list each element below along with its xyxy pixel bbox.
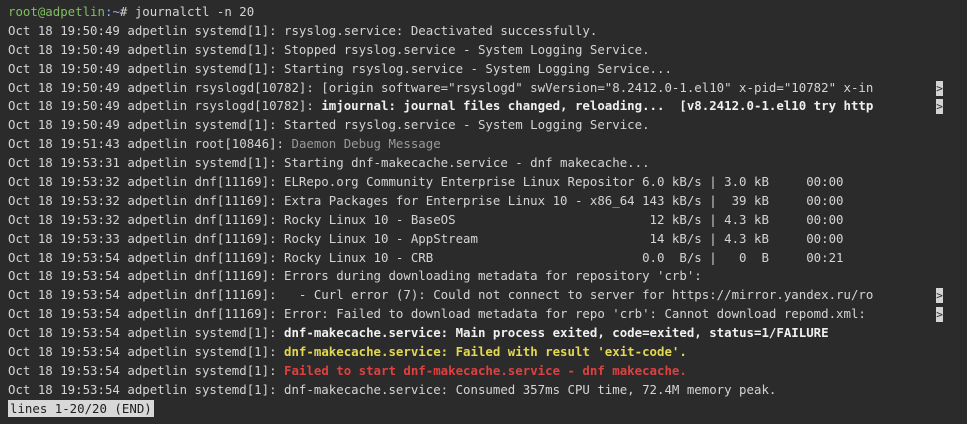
log-line: Oct 18 19:53:54 adpetlin systemd[1]: dnf… <box>8 343 967 362</box>
log-line: Oct 18 19:50:49 adpetlin systemd[1]: Sta… <box>8 116 967 135</box>
log-line: Oct 18 19:50:49 adpetlin rsyslogd[10782]… <box>8 79 967 98</box>
log-line: Oct 18 19:50:49 adpetlin systemd[1]: rsy… <box>8 22 967 41</box>
line-truncated-indicator: > <box>936 99 943 115</box>
log-text: Oct 18 19:50:49 adpetlin systemd[1]: Sta… <box>8 117 650 133</box>
journal-log: Oct 18 19:50:49 adpetlin systemd[1]: rsy… <box>8 22 967 400</box>
log-line: Oct 18 19:50:49 adpetlin systemd[1]: Sto… <box>8 41 967 60</box>
terminal-window[interactable]: root@adpetlin:~# journalctl -n 20 Oct 18… <box>0 0 967 424</box>
log-message-bold: imjournal: journal files changed, reload… <box>321 98 874 114</box>
log-text: Oct 18 19:50:49 adpetlin systemd[1]: rsy… <box>8 22 598 38</box>
log-text: Oct 18 19:53:32 adpetlin dnf[11169]: Ext… <box>8 192 844 208</box>
log-prefix: Oct 18 19:50:49 adpetlin rsyslogd[10782]… <box>8 98 322 114</box>
log-text: Oct 18 19:53:54 adpetlin systemd[1]: dnf… <box>8 381 777 397</box>
log-text: Oct 18 19:53:54 adpetlin dnf[11169]: Err… <box>8 268 702 284</box>
log-line: Oct 18 19:53:32 adpetlin dnf[11169]: Roc… <box>8 211 967 230</box>
log-text: Oct 18 19:53:32 adpetlin dnf[11169]: ELR… <box>8 174 844 190</box>
log-text: Oct 18 19:53:31 adpetlin systemd[1]: Sta… <box>8 155 650 171</box>
log-message-dim: Daemon Debug Message <box>291 136 441 152</box>
log-line: Oct 18 19:50:49 adpetlin rsyslogd[10782]… <box>8 97 967 116</box>
line-truncated-indicator: > <box>936 307 943 323</box>
log-prefix: Oct 18 19:51:43 adpetlin root[10846]: <box>8 136 292 152</box>
log-line: Oct 18 19:53:33 adpetlin dnf[11169]: Roc… <box>8 230 967 249</box>
log-line: Oct 18 19:53:54 adpetlin dnf[11169]: Err… <box>8 305 967 324</box>
log-line: Oct 18 19:53:54 adpetlin dnf[11169]: - C… <box>8 286 967 305</box>
log-line: Oct 18 19:53:32 adpetlin dnf[11169]: Ext… <box>8 192 967 211</box>
pager-status-line: lines 1-20/20 (END) <box>8 399 967 419</box>
log-line: Oct 18 19:50:49 adpetlin systemd[1]: Sta… <box>8 60 967 79</box>
line-truncated-indicator: > <box>936 288 943 304</box>
log-line: Oct 18 19:53:54 adpetlin systemd[1]: dnf… <box>8 381 967 400</box>
shell-prompt: root@adpetlin:~# journalctl -n 20 <box>8 3 967 22</box>
log-prefix: Oct 18 19:53:54 adpetlin systemd[1]: <box>8 325 285 341</box>
log-line: Oct 18 19:53:32 adpetlin dnf[11169]: ELR… <box>8 173 967 192</box>
log-line: Oct 18 19:53:31 adpetlin systemd[1]: Sta… <box>8 154 967 173</box>
log-line: Oct 18 19:53:54 adpetlin dnf[11169]: Roc… <box>8 249 967 268</box>
log-prefix: Oct 18 19:53:54 adpetlin systemd[1]: <box>8 362 285 378</box>
log-message-err: Failed to start dnf-makecache.service - … <box>284 362 687 378</box>
log-text: Oct 18 19:53:54 adpetlin dnf[11169]: Err… <box>8 306 874 322</box>
log-prefix: Oct 18 19:53:54 adpetlin systemd[1]: <box>8 344 285 360</box>
log-line: Oct 18 19:53:54 adpetlin dnf[11169]: Err… <box>8 267 967 286</box>
log-text: Oct 18 19:53:54 adpetlin dnf[11169]: - C… <box>8 287 874 303</box>
log-text: Oct 18 19:50:49 adpetlin systemd[1]: Sto… <box>8 41 650 57</box>
log-text: Oct 18 19:53:33 adpetlin dnf[11169]: Roc… <box>8 230 844 246</box>
log-line: Oct 18 19:53:54 adpetlin systemd[1]: dnf… <box>8 324 967 343</box>
prompt-user-host: root@adpetlin <box>8 4 105 19</box>
line-truncated-indicator: > <box>936 80 943 96</box>
prompt-path: :~ <box>104 4 120 19</box>
log-line: Oct 18 19:53:54 adpetlin systemd[1]: Fai… <box>8 362 967 381</box>
log-text: Oct 18 19:53:32 adpetlin dnf[11169]: Roc… <box>8 211 844 227</box>
log-text: Oct 18 19:53:54 adpetlin dnf[11169]: Roc… <box>8 249 844 265</box>
log-message-warn: dnf-makecache.service: Failed with resul… <box>284 344 687 360</box>
log-message-bold: dnf-makecache.service: Main process exit… <box>284 325 829 341</box>
log-text: Oct 18 19:50:49 adpetlin systemd[1]: Sta… <box>8 60 672 76</box>
prompt-command: # journalctl -n 20 <box>119 4 255 19</box>
log-line: Oct 18 19:51:43 adpetlin root[10846]: Da… <box>8 135 967 154</box>
pager-status: lines 1-20/20 (END) <box>8 399 154 417</box>
log-text: Oct 18 19:50:49 adpetlin rsyslogd[10782]… <box>8 79 874 95</box>
